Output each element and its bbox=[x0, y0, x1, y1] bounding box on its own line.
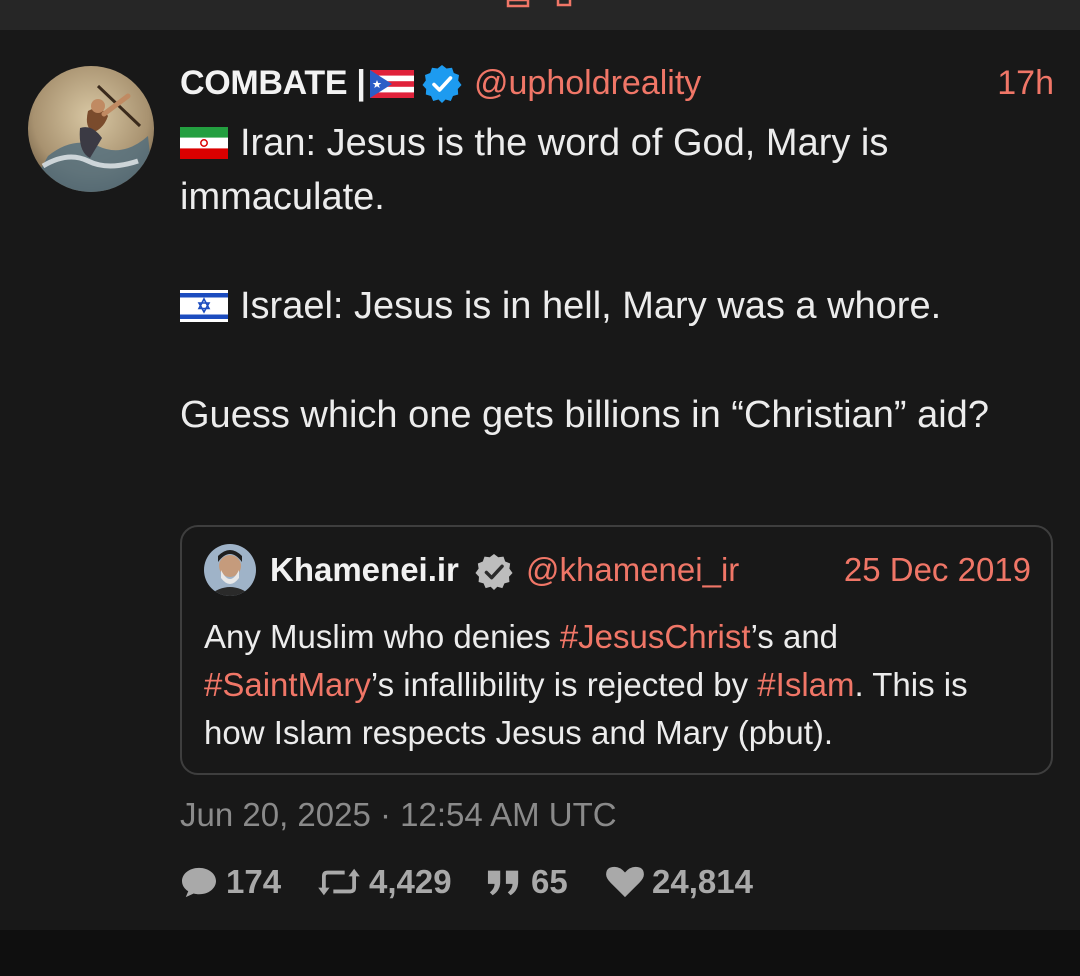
post-text-line: Guess which one gets billions in “Christ… bbox=[180, 394, 989, 436]
israel-flag-icon bbox=[180, 290, 228, 322]
partial-nav-icon[interactable] bbox=[506, 0, 576, 8]
quote-count-value: 65 bbox=[531, 863, 568, 900]
quote-text-segment: ’s infallibility is rejected by bbox=[370, 666, 758, 703]
reply-count-value: 174 bbox=[226, 863, 282, 900]
post-timestamp[interactable]: Jun 20, 2025 · 12:54 AM UTC bbox=[180, 796, 617, 834]
post-age[interactable]: 17h bbox=[997, 64, 1054, 103]
like-count[interactable]: 24,814 bbox=[606, 860, 753, 904]
quote-text-segment: Any Muslim who denies bbox=[204, 618, 560, 655]
quoted-author-name[interactable]: Khamenei.ir bbox=[270, 551, 459, 589]
iran-flag-icon bbox=[180, 127, 228, 159]
hashtag-islam[interactable]: #Islam bbox=[757, 666, 854, 703]
post-body: Iran: Jesus is the word of God, Mary is … bbox=[180, 116, 1040, 442]
post-stats: 174 4,429 65 24,814 bbox=[180, 860, 880, 904]
quoted-post-text: Any Muslim who denies #JesusChrist’s and… bbox=[204, 613, 1034, 757]
quote-count[interactable]: 65 bbox=[485, 860, 568, 904]
repost-count-value: 4,429 bbox=[369, 863, 452, 900]
hashtag-jesuschrist[interactable]: #JesusChrist bbox=[560, 618, 751, 655]
top-bar bbox=[0, 0, 1080, 30]
quoted-author-avatar[interactable] bbox=[204, 544, 256, 596]
bottom-bar bbox=[0, 930, 1080, 976]
speech-bubble-icon bbox=[182, 867, 216, 898]
quoted-author-handle[interactable]: @khamenei_ir bbox=[526, 551, 739, 589]
post-paragraph-israel: Israel: Jesus is in hell, Mary was a who… bbox=[180, 279, 1040, 333]
hashtag-saintmary[interactable]: #SaintMary bbox=[204, 666, 371, 703]
reply-count[interactable]: 174 bbox=[180, 860, 281, 904]
quote-icon bbox=[487, 870, 519, 896]
post-paragraph-iran: Iran: Jesus is the word of God, Mary is … bbox=[180, 116, 1040, 224]
repost-icon bbox=[318, 868, 360, 896]
post-text-line: Israel: Jesus is in hell, Mary was a who… bbox=[240, 285, 942, 327]
repost-count[interactable]: 4,429 bbox=[317, 860, 452, 904]
author-handle[interactable]: @upholdreality bbox=[474, 64, 701, 103]
author-name[interactable]: COMBATE | bbox=[180, 64, 366, 103]
verified-badge-gray-icon bbox=[475, 553, 513, 591]
quoted-post[interactable]: Khamenei.ir @khamenei_ir 25 Dec 2019 Any… bbox=[180, 525, 1053, 775]
post-paragraph-question: Guess which one gets billions in “Christ… bbox=[180, 388, 1040, 442]
author-avatar[interactable] bbox=[28, 66, 154, 192]
post-text-line: Iran: Jesus is the word of God, Mary is … bbox=[180, 122, 889, 218]
puerto-rico-flag-icon bbox=[370, 70, 414, 98]
heart-icon bbox=[606, 866, 644, 898]
quote-text-segment: ’s and bbox=[750, 618, 839, 655]
quoted-post-date[interactable]: 25 Dec 2019 bbox=[844, 551, 1031, 589]
post-header: COMBATE | @upholdreality 17h bbox=[180, 58, 1054, 106]
like-count-value: 24,814 bbox=[652, 863, 753, 900]
verified-badge-icon bbox=[422, 65, 462, 103]
